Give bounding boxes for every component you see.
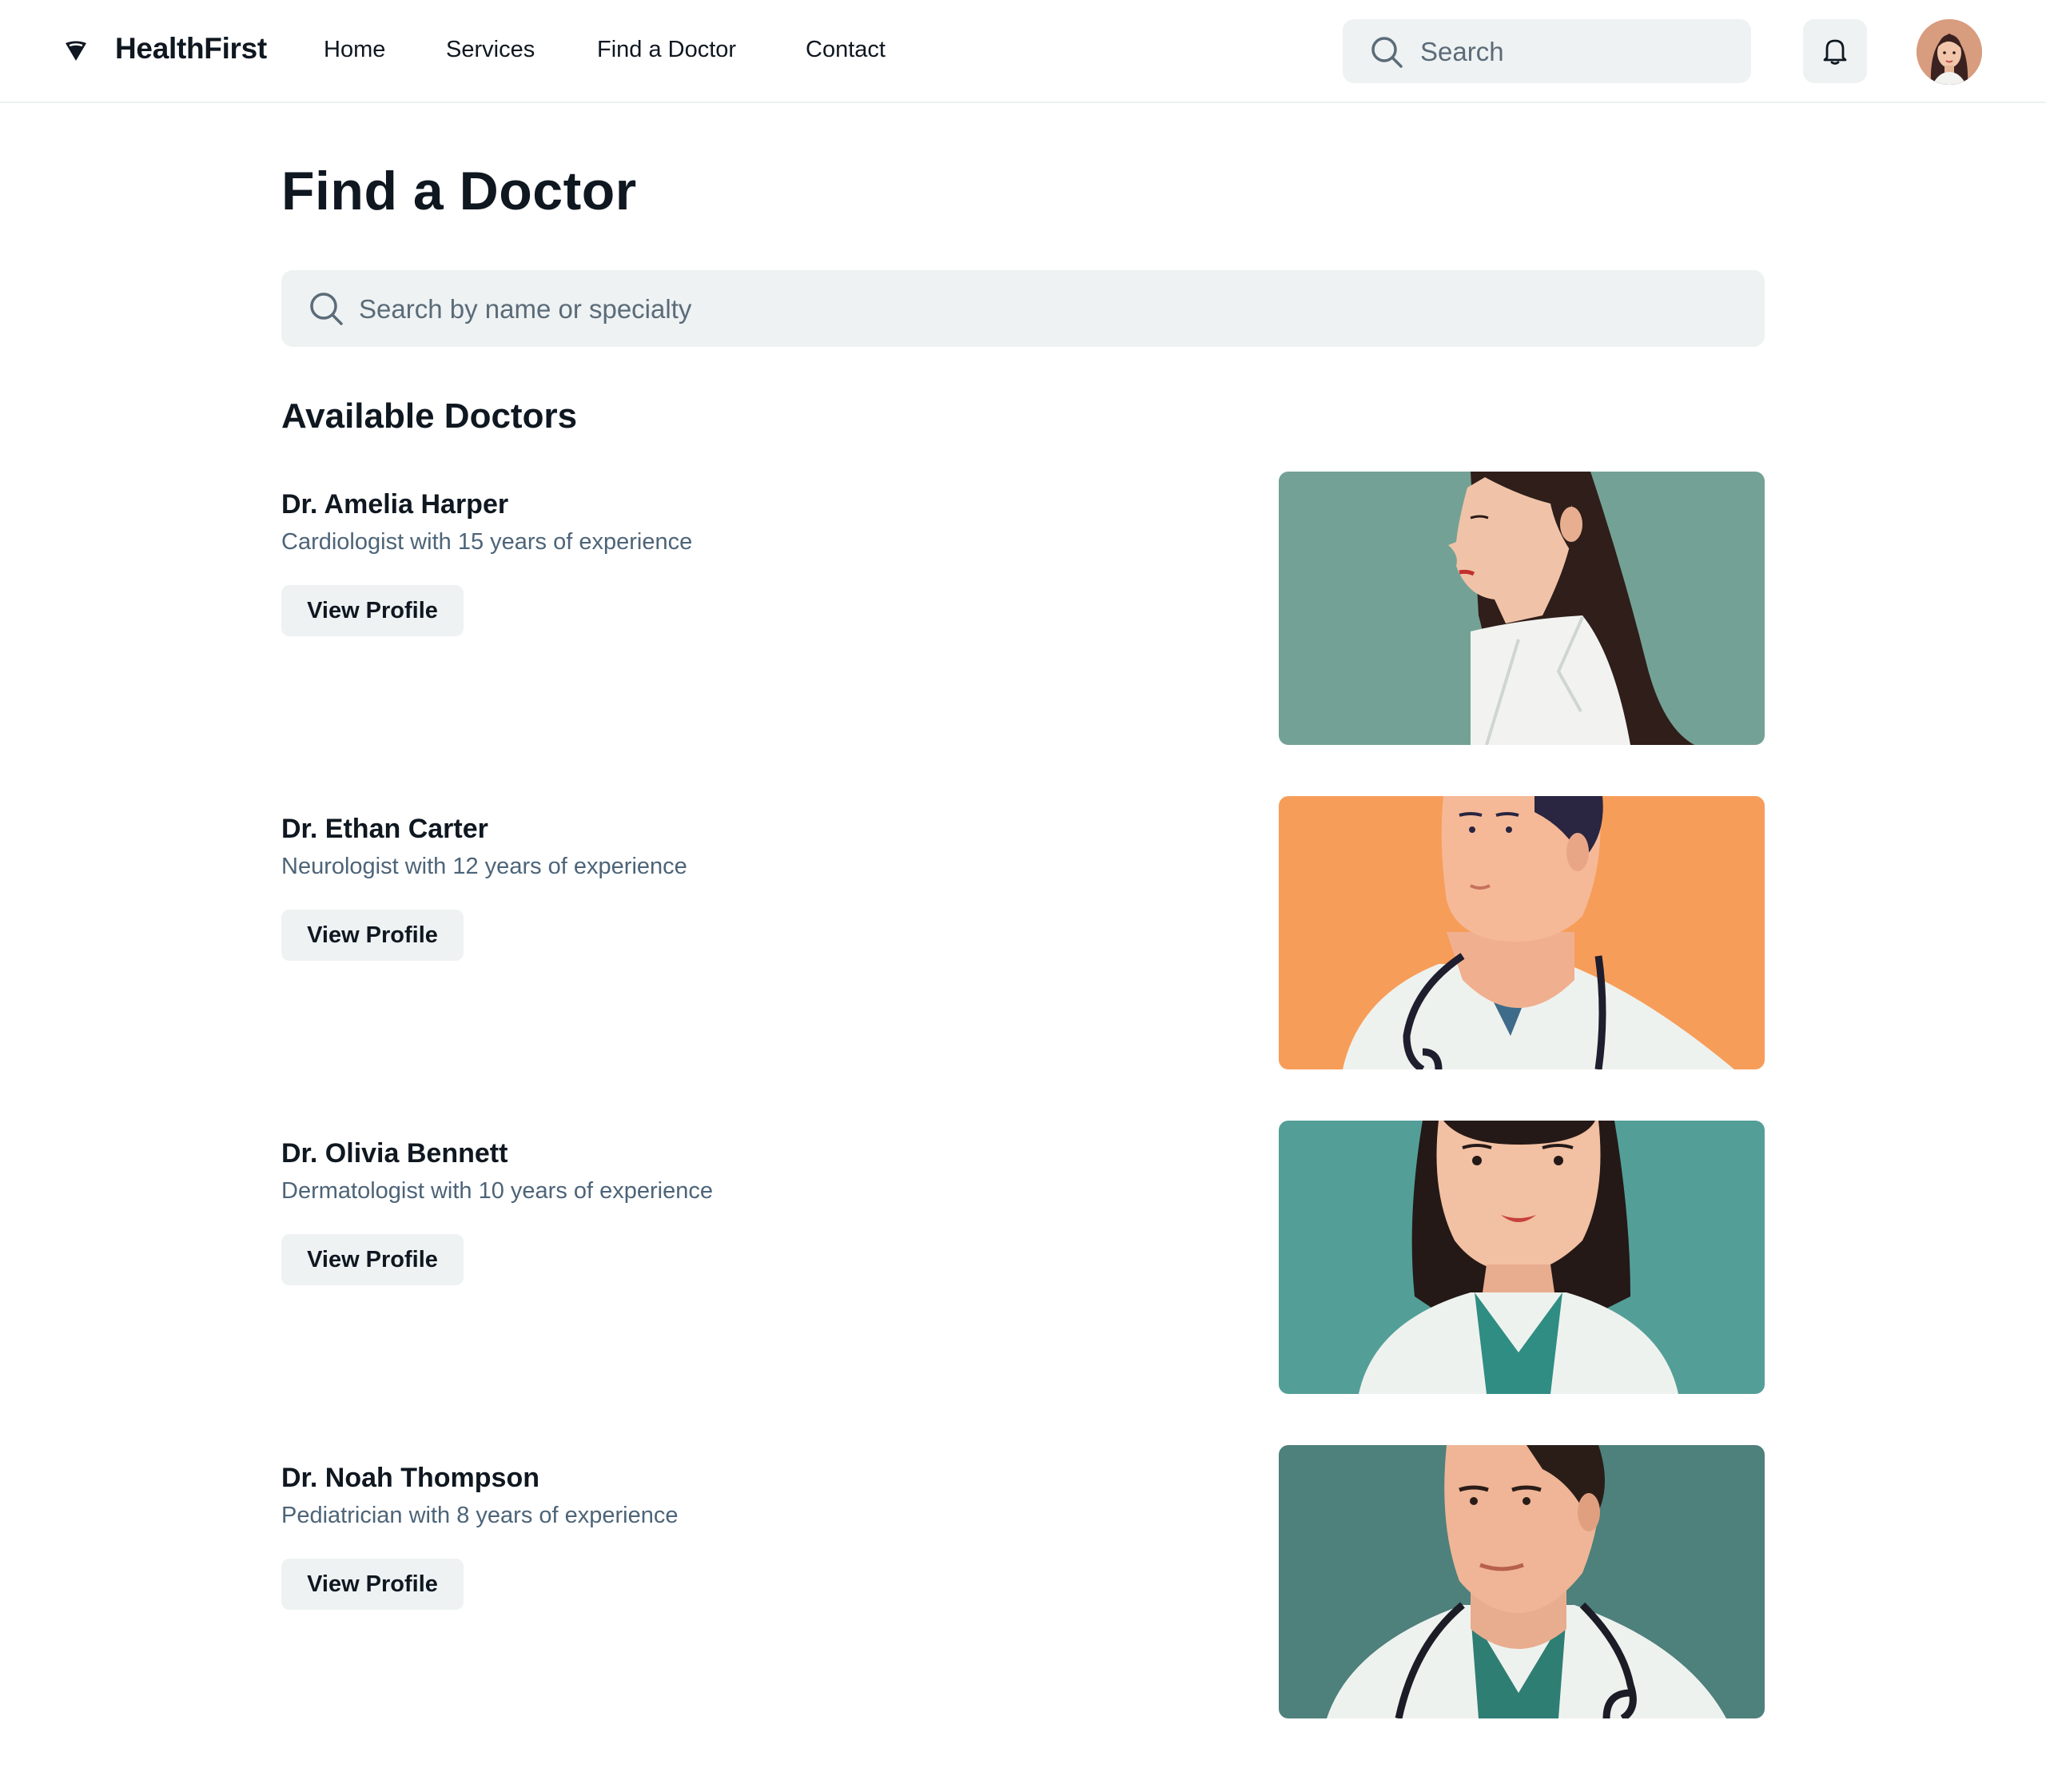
doctor-description: Pediatrician with 8 years of experience [281, 1503, 679, 1528]
doctor-photo[interactable] [1279, 796, 1765, 1069]
doctor-card: Dr. Amelia Harper Cardiologist with 15 y… [281, 472, 1765, 763]
section-title: Available Doctors [281, 396, 578, 436]
nav-contact[interactable]: Contact [806, 37, 886, 63]
doctor-card: Dr. Olivia Bennett Dermatologist with 10… [281, 1121, 1765, 1412]
doctor-name: Dr. Olivia Bennett [281, 1138, 508, 1169]
search-icon [310, 293, 343, 325]
doctor-search-placeholder: Search by name or specialty [359, 294, 692, 324]
doctor-card: Dr. Ethan Carter Neurologist with 12 yea… [281, 796, 1765, 1087]
doctor-name: Dr. Noah Thompson [281, 1463, 539, 1493]
doctor-search-input[interactable]: Search by name or specialty [281, 270, 1765, 347]
nav-home[interactable]: Home [324, 37, 385, 63]
top-navigation-bar: HealthFirst Home Services Find a Doctor … [0, 0, 2046, 103]
page-title: Find a Doctor [281, 161, 637, 221]
doctor-description: Neurologist with 12 years of experience [281, 854, 687, 879]
notifications-button[interactable] [1803, 19, 1867, 83]
user-avatar[interactable] [1917, 19, 1982, 85]
doctor-description: Cardiologist with 15 years of experience [281, 529, 693, 555]
doctor-card: Dr. Noah Thompson Pediatrician with 8 ye… [281, 1445, 1765, 1736]
doctor-photo[interactable] [1279, 1121, 1765, 1394]
doctor-photo[interactable] [1279, 472, 1765, 745]
view-profile-button[interactable]: View Profile [281, 585, 464, 636]
search-icon [1371, 37, 1403, 68]
header-search-placeholder: Search [1420, 37, 1504, 66]
view-profile-button[interactable]: View Profile [281, 1234, 464, 1285]
doctor-photo[interactable] [1279, 1445, 1765, 1718]
bell-icon [1823, 39, 1847, 65]
view-profile-button[interactable]: View Profile [281, 1559, 464, 1610]
brand-name[interactable]: HealthFirst [115, 32, 267, 66]
doctor-name: Dr. Ethan Carter [281, 814, 488, 844]
doctor-description: Dermatologist with 10 years of experienc… [281, 1178, 713, 1204]
view-profile-button[interactable]: View Profile [281, 910, 464, 961]
nav-find-a-doctor[interactable]: Find a Doctor [597, 37, 736, 63]
header-search-input[interactable]: Search [1343, 19, 1751, 83]
nav-services[interactable]: Services [446, 37, 535, 63]
doctor-name: Dr. Amelia Harper [281, 489, 509, 520]
logo-icon[interactable] [64, 38, 88, 62]
